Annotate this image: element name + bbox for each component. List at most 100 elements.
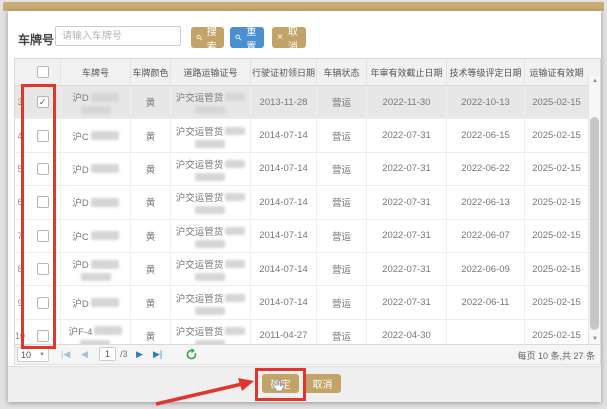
plate-prefix: 沪C bbox=[72, 129, 88, 143]
scroll-up-icon[interactable]: ▲ bbox=[589, 76, 601, 86]
redacted-plate bbox=[91, 260, 119, 269]
plate-prefix: 沪D bbox=[72, 296, 88, 310]
status-cell: 营运 bbox=[317, 220, 367, 252]
plate-number-input[interactable] bbox=[55, 26, 181, 46]
page-summary: 每页 10 条,共 27 条 bbox=[517, 349, 595, 362]
table-row[interactable]: 7 沪C 黄 沪交运管货 2014-07-14 营运 2022-07-31 20… bbox=[15, 220, 600, 253]
select-all-checkbox[interactable] bbox=[37, 66, 49, 78]
plate-color-cell: 黄 bbox=[131, 286, 171, 318]
reset-button[interactable]: 重置 bbox=[230, 27, 264, 48]
header-transport-cert: 道路运输证号 bbox=[171, 59, 251, 85]
table-row[interactable]: 10 沪F-4 黄 沪交运管货 2011-04-27 营运 2022-04-30… bbox=[15, 320, 600, 345]
header-annual-review-deadline: 年审有效截止日期 bbox=[367, 59, 447, 85]
row-number: 5 bbox=[15, 153, 25, 185]
issue-date-cell: 2011-04-27 bbox=[251, 320, 317, 345]
page-size-value: 10 bbox=[21, 350, 31, 360]
header-transport-validity: 运输证有效期 bbox=[525, 59, 588, 85]
table-row[interactable]: 3 沪D 黄 沪交运管货 2013-11-28 营运 2022-11-30 20… bbox=[15, 86, 600, 119]
vertical-scrollbar[interactable]: ▲ ▼ bbox=[588, 76, 600, 344]
next-page-button[interactable]: ▶ bbox=[136, 348, 143, 361]
plate-prefix: 沪D bbox=[72, 195, 88, 209]
annual-deadline-cell: 2022-07-31 bbox=[367, 153, 447, 185]
dialog-titlebar bbox=[3, 2, 604, 11]
table-header-row: 车牌号 车牌颜色 道路运输证号 行驶证初领日期 车辆状态 年审有效截止日期 技术… bbox=[15, 59, 600, 86]
plate-cell: 沪C bbox=[61, 119, 131, 151]
validity-cell: 2025-02-15 bbox=[525, 186, 588, 218]
plate-color-cell: 黄 bbox=[131, 320, 171, 345]
cert-cell: 沪交运管货 bbox=[171, 253, 251, 285]
first-page-button[interactable]: |◀ bbox=[61, 348, 70, 361]
validity-cell: 2025-02-15 bbox=[525, 286, 588, 318]
tech-grade-date-cell: 2022-06-09 bbox=[447, 253, 525, 285]
row-checkbox-cell bbox=[25, 286, 61, 318]
row-checkbox[interactable] bbox=[37, 330, 49, 342]
plate-cell: 沪D bbox=[61, 153, 131, 185]
header-plate: 车牌号 bbox=[61, 59, 131, 85]
plate-color-cell: 黄 bbox=[131, 220, 171, 252]
redacted-cert bbox=[225, 327, 245, 335]
row-checkbox[interactable] bbox=[37, 230, 49, 242]
row-checkbox-cell bbox=[25, 153, 61, 185]
annual-deadline-cell: 2022-04-30 bbox=[367, 320, 447, 345]
page-number-input[interactable] bbox=[99, 347, 116, 361]
row-checkbox[interactable] bbox=[37, 263, 49, 275]
redacted-cert bbox=[225, 127, 245, 135]
redacted-plate bbox=[91, 231, 119, 240]
redacted-plate bbox=[91, 93, 119, 102]
tech-grade-date-cell: 2022-06-13 bbox=[447, 186, 525, 218]
page-size-select[interactable]: 10 ▼ bbox=[17, 347, 49, 362]
redacted-cert bbox=[225, 193, 245, 201]
row-checkbox[interactable] bbox=[37, 196, 49, 208]
validity-cell: 2025-02-15 bbox=[525, 220, 588, 252]
status-cell: 营运 bbox=[317, 86, 367, 118]
row-number: 4 bbox=[15, 119, 25, 151]
plate-number-label: 车牌号: bbox=[18, 31, 58, 48]
table-row[interactable]: 4 沪C 黄 沪交运管货 2014-07-14 营运 2022-07-31 20… bbox=[15, 119, 600, 152]
row-checkbox[interactable] bbox=[37, 297, 49, 309]
scrollbar-thumb[interactable] bbox=[590, 117, 599, 330]
footer-cancel-button[interactable]: 取消 bbox=[304, 374, 341, 393]
table-row[interactable]: 8 沪D 黄 沪交运管货 2014-07-14 营运 2022-07-31 20… bbox=[15, 253, 600, 286]
confirm-button[interactable]: 确定 bbox=[262, 374, 299, 393]
row-checkbox-cell bbox=[25, 253, 61, 285]
scroll-down-icon[interactable]: ▼ bbox=[589, 334, 601, 344]
cert-cell: 沪交运管货 bbox=[171, 153, 251, 185]
table-row[interactable]: 5 沪D 黄 沪交运管货 2014-07-14 营运 2022-07-31 20… bbox=[15, 153, 600, 186]
row-checkbox[interactable] bbox=[37, 130, 49, 142]
last-page-button[interactable]: ▶| bbox=[153, 348, 162, 361]
row-number: 10 bbox=[15, 320, 25, 345]
status-cell: 营运 bbox=[317, 119, 367, 151]
cert-prefix: 沪交运管货 bbox=[176, 291, 224, 305]
row-checkbox-cell bbox=[25, 220, 61, 252]
issue-date-cell: 2014-07-14 bbox=[251, 253, 317, 285]
table-row[interactable]: 6 沪D 黄 沪交运管货 2014-07-14 营运 2022-07-31 20… bbox=[15, 186, 600, 219]
vehicle-table: 车牌号 车牌颜色 道路运输证号 行驶证初领日期 车辆状态 年审有效截止日期 技术… bbox=[14, 58, 601, 345]
plate-cell: 沪F-4 bbox=[61, 320, 131, 345]
cert-cell: 沪交运管货 bbox=[171, 320, 251, 345]
cancel-search-button[interactable]: × 取消 bbox=[272, 27, 306, 48]
issue-date-cell: 2013-11-28 bbox=[251, 86, 317, 118]
redacted-cert bbox=[225, 227, 245, 235]
issue-date-cell: 2014-07-14 bbox=[251, 153, 317, 185]
validity-cell: 2025-02-15 bbox=[525, 119, 588, 151]
issue-date-cell: 2014-07-14 bbox=[251, 220, 317, 252]
redacted-cert bbox=[225, 260, 245, 268]
tech-grade-date-cell bbox=[447, 320, 525, 345]
row-number: 9 bbox=[15, 286, 25, 318]
row-number: 3 bbox=[15, 86, 25, 118]
table-row[interactable]: 9 沪D 黄 沪交运管货 2014-07-14 营运 2022-07-31 20… bbox=[15, 286, 600, 319]
prev-page-button[interactable]: ◀ bbox=[81, 348, 88, 361]
search-button[interactable]: 搜索 bbox=[191, 27, 224, 48]
row-checkbox[interactable] bbox=[37, 163, 49, 175]
header-plate-color: 车牌颜色 bbox=[131, 59, 171, 85]
plate-color-cell: 黄 bbox=[131, 153, 171, 185]
redacted-cert-line2 bbox=[195, 206, 225, 214]
row-checkbox[interactable] bbox=[37, 96, 49, 108]
row-checkbox-cell bbox=[25, 86, 61, 118]
row-number: 7 bbox=[15, 220, 25, 252]
refresh-icon[interactable] bbox=[185, 348, 198, 361]
search-icon bbox=[235, 33, 242, 42]
cancel-button-label: 取消 bbox=[285, 23, 301, 53]
status-cell: 营运 bbox=[317, 153, 367, 185]
plate-cell: 沪D bbox=[61, 86, 131, 118]
